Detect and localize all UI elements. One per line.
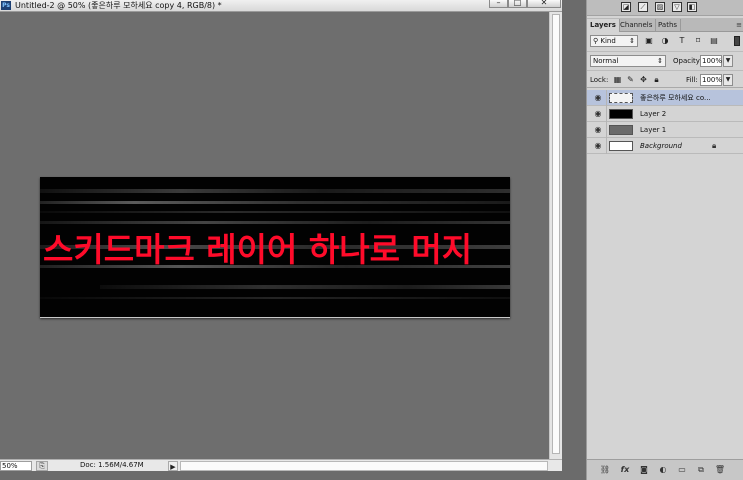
layer-filter-row: ⚲ Kind ⇕ ▣ ◑ T ⌑ ▤	[587, 33, 743, 50]
layer-name[interactable]: Layer 1	[640, 122, 666, 138]
eye-icon[interactable]: ◉	[593, 141, 603, 151]
new-layer-icon[interactable]: ⧉	[695, 464, 707, 476]
layer-row[interactable]: ◉ Layer 1	[587, 122, 743, 138]
workspace-gutter	[562, 0, 586, 480]
panel-tabbar: Layers Channels Paths ≡	[587, 18, 743, 32]
document-size-info[interactable]: Doc: 1.56M/4.67M	[80, 460, 144, 471]
fx-icon[interactable]: fx	[619, 464, 631, 476]
layer-thumbnail	[609, 109, 633, 119]
eye-icon[interactable]: ◉	[593, 125, 603, 135]
canvas-area[interactable]: 스키드마크 레이어 하나로 머지	[0, 12, 549, 459]
photoshop-app-icon: Ps	[1, 1, 11, 10]
skid-streak	[100, 285, 510, 289]
layer-name[interactable]: Layer 2	[640, 106, 666, 122]
fill-label: Fill:	[686, 76, 698, 84]
vertical-scroll-thumb[interactable]	[552, 14, 560, 454]
eye-icon[interactable]: ◉	[593, 109, 603, 119]
photoshop-workspace: Ps Untitled-2 @ 50% (좋은하루 모하세요 copy 4, R…	[0, 0, 743, 480]
link-layers-icon[interactable]: ⛓	[599, 464, 611, 476]
skid-streak	[40, 201, 510, 204]
document-window: Ps Untitled-2 @ 50% (좋은하루 모하세요 copy 4, R…	[0, 0, 562, 480]
layer-thumbnail	[609, 141, 633, 151]
gradient-map-icon[interactable]: ▨	[655, 2, 665, 12]
layer-row[interactable]: ◉ 좋은하루 모하세요 co...	[587, 90, 743, 106]
blend-mode-value: Normal	[593, 57, 619, 65]
fill-dropdown-icon[interactable]: ▼	[723, 74, 733, 86]
maximize-button[interactable]: □	[508, 0, 527, 8]
add-mask-icon[interactable]: ◙	[638, 464, 650, 476]
lock-image-icon[interactable]: ✎	[626, 75, 635, 84]
smart-object-filter-icon[interactable]: ▤	[709, 36, 719, 46]
divider	[606, 106, 607, 122]
layer-row[interactable]: ◉ Background 🔒︎	[587, 138, 743, 154]
layers-panel-footer: ⛓ fx ◙ ◐ ▭ ⧉ 🗑︎	[587, 459, 743, 480]
skid-streak	[40, 297, 510, 299]
share-icon[interactable]: ⎘	[36, 461, 48, 471]
divider	[606, 138, 607, 154]
lock-position-icon[interactable]: ✥	[639, 75, 648, 84]
lock-icon: 🔒︎	[712, 141, 717, 150]
status-menu-arrow-icon[interactable]: ▶	[168, 461, 178, 471]
opacity-label: Opacity:	[673, 57, 702, 65]
divider	[606, 122, 607, 138]
lock-all-icon[interactable]: 🔒︎	[652, 75, 661, 84]
updown-chevron-icon: ⇕	[657, 57, 663, 65]
tab-paths[interactable]: Paths	[655, 19, 682, 32]
pixel-filter-icon[interactable]: ▣	[644, 36, 654, 46]
layer-row[interactable]: ◉ Layer 2	[587, 106, 743, 122]
layer-name[interactable]: 좋은하루 모하세요 co...	[640, 90, 711, 106]
lock-transparent-icon[interactable]: ▦	[613, 75, 622, 84]
layers-panel: ◪ ⟋ ▨ ▽ ◧ Layers Channels Paths ≡ ⚲ Kind…	[586, 0, 743, 480]
curves-icon[interactable]: ⟋	[638, 2, 648, 12]
document-image[interactable]: 스키드마크 레이어 하나로 머지	[40, 177, 510, 318]
layer-name[interactable]: Background	[640, 138, 682, 154]
tab-channels[interactable]: Channels	[617, 19, 657, 32]
brightness-icon[interactable]: ◪	[621, 2, 631, 12]
status-bar: 50% ⎘ Doc: 1.56M/4.67M ▶	[0, 459, 562, 471]
layers-list: ◉ 좋은하루 모하세요 co... ◉ Layer 2 ◉ Layer 1 ◉	[587, 90, 743, 460]
lock-row: Lock: ▦ ✎ ✥ 🔒︎ Fill: 100% ▼	[587, 70, 743, 88]
filter-toggle[interactable]	[734, 36, 740, 46]
canvas-text-layer: 스키드마크 레이어 하나로 머지	[43, 230, 473, 269]
skid-streak	[40, 211, 510, 213]
vertical-scrollbar[interactable]	[549, 12, 562, 459]
type-filter-icon[interactable]: T	[677, 36, 687, 46]
document-title: Untitled-2 @ 50% (좋은하루 모하세요 copy 4, RGB/…	[15, 1, 222, 10]
close-button[interactable]: ✕	[527, 0, 561, 8]
opacity-dropdown-icon[interactable]: ▼	[723, 55, 733, 67]
fill-field[interactable]: 100%	[700, 74, 722, 86]
blend-mode-select[interactable]: Normal ⇕	[590, 55, 666, 67]
updown-chevron-icon: ⇕	[629, 37, 635, 45]
lock-label: Lock:	[590, 76, 609, 84]
zoom-level-field[interactable]: 50%	[0, 461, 32, 471]
layer-thumbnail	[609, 125, 633, 135]
filter-kind-label: Kind	[600, 37, 616, 45]
horizontal-scrollbar[interactable]	[180, 461, 548, 471]
eye-icon[interactable]: ◉	[593, 93, 603, 103]
minimize-button[interactable]: –	[489, 0, 508, 8]
skid-streak	[40, 189, 510, 193]
opacity-field[interactable]: 100%	[700, 55, 722, 67]
filter-kind-select[interactable]: ⚲ Kind ⇕	[590, 35, 638, 47]
document-titlebar[interactable]: Ps Untitled-2 @ 50% (좋은하루 모하세요 copy 4, R…	[0, 0, 562, 12]
trash-icon[interactable]: 🗑︎	[714, 464, 726, 476]
adjustments-toolbar: ◪ ⟋ ▨ ▽ ◧	[587, 0, 743, 16]
shape-filter-icon[interactable]: ⌑	[693, 36, 703, 46]
tab-layers[interactable]: Layers	[587, 19, 620, 32]
divider	[606, 90, 607, 106]
bw-icon[interactable]: ◧	[687, 2, 697, 12]
new-group-icon[interactable]: ▭	[676, 464, 688, 476]
panel-menu-icon[interactable]: ≡	[736, 21, 742, 29]
vibrance-icon[interactable]: ▽	[672, 2, 682, 12]
adjustment-filter-icon[interactable]: ◑	[660, 36, 670, 46]
workspace-background	[0, 471, 562, 480]
layer-thumbnail	[609, 93, 633, 103]
new-adjustment-icon[interactable]: ◐	[657, 464, 669, 476]
blend-row: Normal ⇕ Opacity: 100% ▼	[587, 51, 743, 68]
